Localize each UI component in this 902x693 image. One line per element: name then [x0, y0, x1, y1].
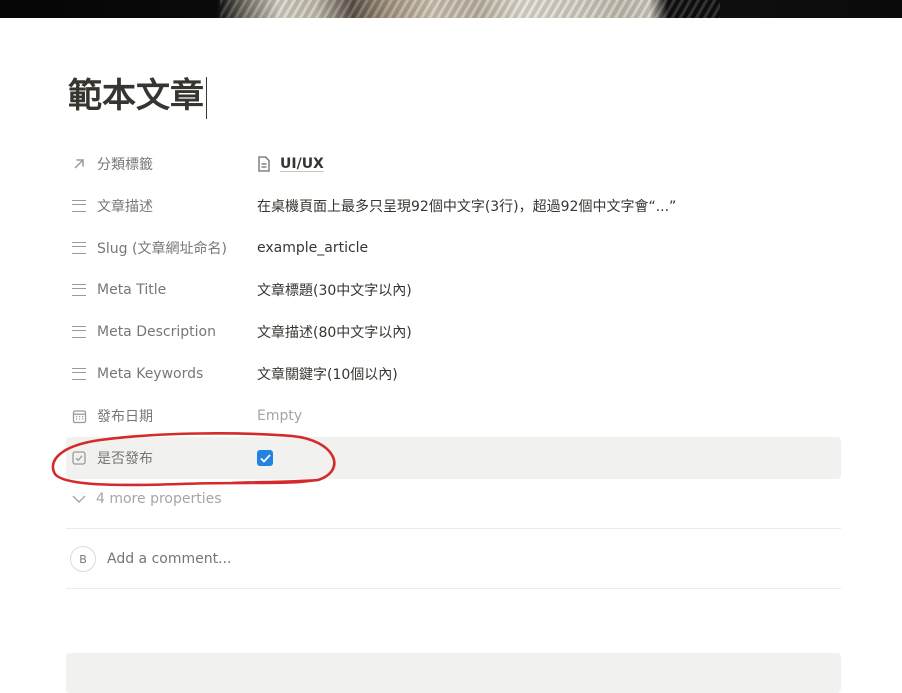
property-row-slug[interactable]: Slug (文章網址命名) example_article	[66, 227, 841, 269]
property-label: 是否發布	[97, 451, 153, 467]
property-name[interactable]: Meta Keywords	[70, 353, 250, 395]
page-cover-image[interactable]	[0, 0, 902, 18]
property-value	[257, 437, 273, 479]
property-label: Meta Title	[97, 282, 167, 298]
property-row-meta-keywords[interactable]: Meta Keywords 文章關鍵字(10個以內)	[66, 353, 841, 395]
page-title-text[interactable]: 範本文章	[68, 76, 204, 116]
property-label: Meta Keywords	[97, 366, 204, 382]
callout-block[interactable]	[66, 653, 841, 693]
property-name[interactable]: Meta Description	[70, 311, 250, 353]
property-label: 分類標籤	[97, 157, 153, 173]
text-caret	[206, 76, 207, 119]
document-icon	[257, 156, 271, 172]
property-value-relation[interactable]: UI/UX	[257, 143, 324, 185]
property-row-description[interactable]: 文章描述 在桌機頁面上最多只呈現92個中文字(3行)，超過92個中文字會“...…	[66, 185, 841, 227]
properties-panel: 分類標籤 UI/UX 文章描述 在桌機頁面上最多只呈現92個中文字(3行)，超過…	[66, 143, 841, 479]
relation-link[interactable]: UI/UX	[280, 156, 324, 172]
property-name[interactable]: 文章描述	[70, 185, 250, 227]
property-row-meta-title[interactable]: Meta Title 文章標題(30中文字以內)	[66, 269, 841, 311]
property-row-publish-date[interactable]: 發布日期 Empty	[66, 395, 841, 437]
property-label: Slug (文章網址命名)	[97, 241, 227, 257]
property-name[interactable]: Slug (文章網址命名)	[70, 227, 250, 269]
property-label: 發布日期	[97, 409, 153, 425]
property-value[interactable]: 在桌機頁面上最多只呈現92個中文字(3行)，超過92個中文字會“...”	[257, 185, 676, 227]
property-name[interactable]: 發布日期	[70, 395, 250, 437]
divider	[66, 528, 841, 529]
property-value[interactable]: 文章關鍵字(10個以內)	[257, 353, 398, 395]
property-row-published[interactable]: 是否發布	[66, 437, 841, 479]
property-row-meta-description[interactable]: Meta Description 文章描述(80中文字以內)	[66, 311, 841, 353]
text-lines-icon	[70, 239, 88, 257]
text-lines-icon	[70, 281, 88, 299]
text-lines-icon	[70, 323, 88, 341]
page-title[interactable]: 範本文章	[68, 74, 207, 119]
divider	[66, 588, 841, 589]
arrow-up-right-icon	[70, 155, 88, 173]
text-lines-icon	[70, 197, 88, 215]
property-value[interactable]: 文章描述(80中文字以內)	[257, 311, 412, 353]
more-properties-label: 4 more properties	[96, 491, 222, 507]
chevron-down-icon	[72, 492, 86, 507]
avatar: B	[70, 546, 96, 572]
property-name[interactable]: 分類標籤	[70, 143, 250, 185]
property-label: Meta Description	[97, 324, 216, 340]
calendar-icon	[70, 407, 88, 425]
property-name[interactable]: Meta Title	[70, 269, 250, 311]
published-checkbox[interactable]	[257, 450, 273, 466]
property-value[interactable]: 文章標題(30中文字以內)	[257, 269, 412, 311]
comment-input[interactable]	[107, 551, 407, 567]
property-label: 文章描述	[97, 199, 153, 215]
property-row-category[interactable]: 分類標籤 UI/UX	[66, 143, 841, 185]
date-value-empty[interactable]: Empty	[257, 395, 302, 437]
property-value[interactable]: example_article	[257, 227, 368, 269]
property-name[interactable]: 是否發布	[70, 437, 250, 479]
comment-bar: B	[70, 544, 407, 574]
more-properties-toggle[interactable]: 4 more properties	[72, 486, 222, 512]
checkbox-icon	[70, 449, 88, 467]
text-lines-icon	[70, 365, 88, 383]
